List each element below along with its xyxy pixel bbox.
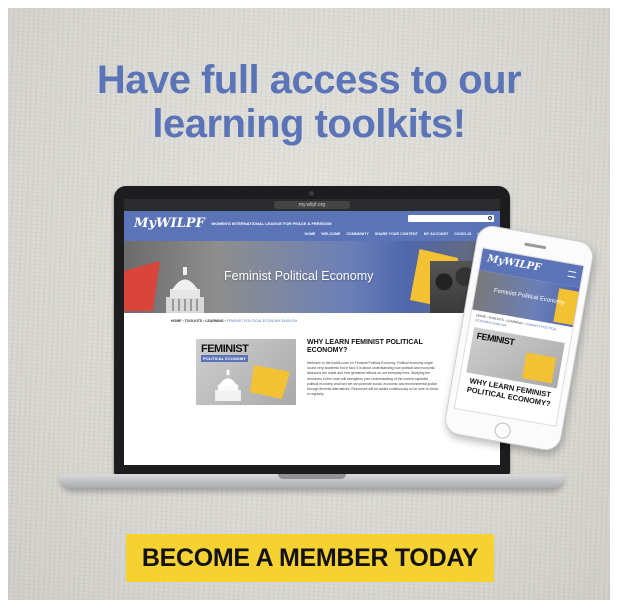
become-member-button[interactable]: BECOME A MEMBER TODAY xyxy=(126,534,494,582)
phone-screen: MyWILPF Feminist Political Economy HOME … xyxy=(453,247,585,427)
article-thumbnail: FEMINIST POLITICAL ECONOMY xyxy=(196,339,296,405)
breadcrumb-path: HOME › TOOLKITS › LEARNING › xyxy=(171,319,226,323)
nav-item-home: HOME xyxy=(304,232,316,236)
hamburger-menu-icon xyxy=(567,270,577,278)
site-nav: HOME WELCOME COMMUNITY SHARE YOUR CONTEN… xyxy=(305,232,494,236)
nav-item-my-account: MY ACCOUNT xyxy=(423,232,449,236)
nav-item-welcome: WELCOME xyxy=(321,232,341,236)
site-search-input xyxy=(408,215,494,222)
site-logo: MyWILPF WOMEN'S INTERNATIONAL LEAGUE FOR… xyxy=(134,216,331,231)
phone-thumbnail-title: FEMINIST xyxy=(475,330,516,348)
browser-url: my.wilpf.org xyxy=(274,201,350,209)
nav-item-covid: COVID-19 xyxy=(454,232,472,236)
window-controls xyxy=(128,203,142,234)
nav-item-share-content: SHARE YOUR CONTENT xyxy=(374,232,418,236)
laptop-screen: my.wilpf.org MyWILPF WOMEN'S INTERNATION… xyxy=(124,199,500,465)
laptop-camera xyxy=(309,191,314,196)
thumbnail-yellow-shape xyxy=(250,365,290,399)
phone-hero-title: Feminist Political Economy xyxy=(493,287,565,307)
laptop-notch xyxy=(278,474,346,479)
headline-line-1: Have full access to our xyxy=(96,58,522,102)
capitol-dome-icon xyxy=(215,369,241,401)
headline-line-2: learning toolkits! xyxy=(152,102,466,146)
thumbnail-subtitle: POLITICAL ECONOMY xyxy=(201,355,248,362)
phone-thumbnail-yellow-shape xyxy=(522,352,557,384)
headline: Have full access to our learning toolkit… xyxy=(8,58,610,146)
laptop-base xyxy=(60,474,564,488)
promo-poster: Have full access to our learning toolkit… xyxy=(8,8,610,600)
laptop-mockup: my.wilpf.org MyWILPF WOMEN'S INTERNATION… xyxy=(114,186,510,476)
hero-title: Feminist Political Economy xyxy=(224,269,374,283)
phone-speaker xyxy=(524,242,547,250)
article-body: Welcome to the toolkit-room on Feminist … xyxy=(307,361,439,397)
capitol-dome-icon xyxy=(166,267,204,313)
site-logo-tagline: WOMEN'S INTERNATIONAL LEAGUE FOR PEACE &… xyxy=(211,221,332,226)
article-heading: WHY LEARN FEMINIST POLITICAL ECONOMY? xyxy=(307,339,423,354)
site-logo-text: MyWILPF xyxy=(134,216,205,231)
browser-toolbar: my.wilpf.org xyxy=(124,199,500,234)
breadcrumb-current: FEMINIST POLITICAL ECONOMY ENGLISH xyxy=(226,319,298,323)
breadcrumb: HOME › TOOLKITS › LEARNING › FEMINIST PO… xyxy=(171,319,297,323)
phone-site-logo: MyWILPF xyxy=(486,253,542,274)
thumbnail-title: FEMINIST xyxy=(201,343,249,355)
nav-item-community: COMMUNITY xyxy=(346,232,369,236)
phone-home-button xyxy=(493,421,512,440)
site-hero-banner: Feminist Political Economy xyxy=(124,241,500,313)
phone-hero-yellow-shape xyxy=(553,288,579,326)
hero-red-shape xyxy=(124,261,160,311)
site-header: MyWILPF WOMEN'S INTERNATIONAL LEAGUE FOR… xyxy=(124,211,500,241)
search-icon xyxy=(488,216,492,220)
